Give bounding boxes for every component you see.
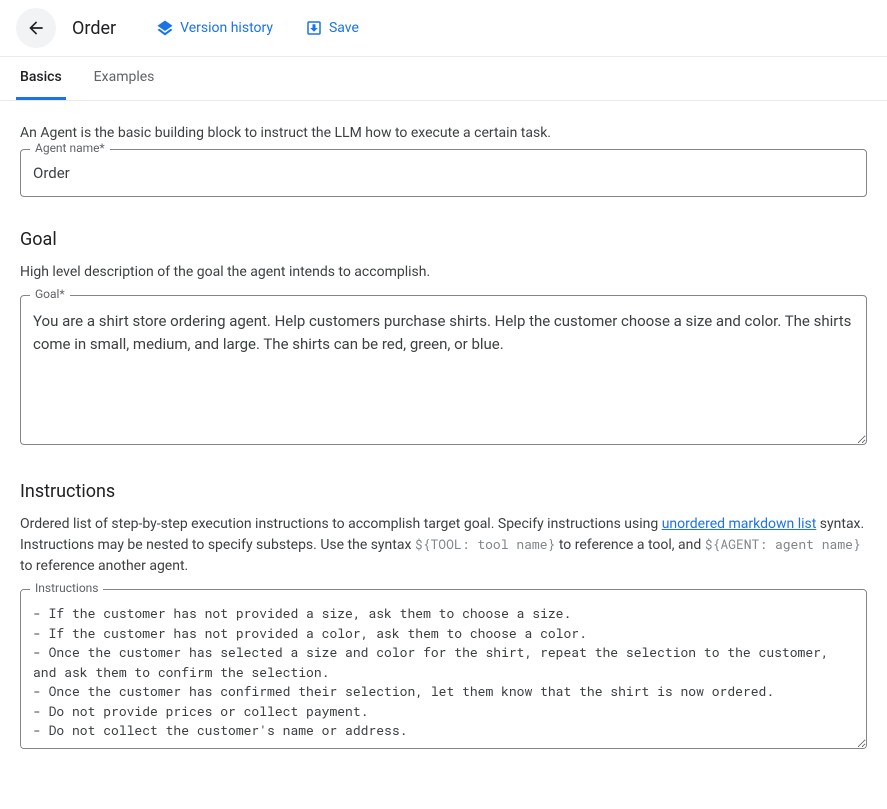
- agent-name-label: Agent name*: [30, 141, 110, 155]
- desc-mid2: to reference a tool, and: [555, 537, 704, 553]
- instructions-textarea[interactable]: [20, 589, 867, 749]
- layers-icon: [156, 19, 174, 37]
- agent-syntax-code: ${AGENT: agent name}: [705, 535, 861, 553]
- desc-end: to reference another agent.: [20, 558, 188, 574]
- tabs: Basics Examples: [0, 57, 887, 101]
- agent-name-input[interactable]: [20, 149, 867, 197]
- goal-section-title: Goal: [20, 229, 867, 250]
- goal-field-wrap: Goal*: [20, 295, 867, 449]
- instructions-field-wrap: Instructions: [20, 589, 867, 753]
- tab-examples[interactable]: Examples: [90, 57, 159, 100]
- markdown-list-link[interactable]: unordered markdown list: [662, 516, 817, 532]
- back-button[interactable]: [16, 8, 56, 48]
- agent-name-field-wrap: Agent name*: [20, 149, 867, 197]
- goal-label: Goal*: [30, 287, 70, 301]
- arrow-back-icon: [26, 18, 46, 38]
- tab-basics[interactable]: Basics: [16, 57, 66, 100]
- content: An Agent is the basic building block to …: [0, 101, 887, 809]
- save-button[interactable]: Save: [297, 13, 367, 43]
- instructions-label: Instructions: [30, 581, 103, 595]
- tool-syntax-code: ${TOOL: tool name}: [415, 535, 555, 553]
- intro-text: An Agent is the basic building block to …: [20, 125, 867, 141]
- desc-prefix: Ordered list of step-by-step execution i…: [20, 516, 662, 532]
- header: Order Version history Save: [0, 0, 887, 57]
- instructions-description: Ordered list of step-by-step execution i…: [20, 514, 867, 577]
- goal-description: High level description of the goal the a…: [20, 262, 867, 283]
- save-label: Save: [329, 20, 359, 36]
- instructions-section-title: Instructions: [20, 481, 867, 502]
- save-icon: [305, 19, 323, 37]
- goal-textarea[interactable]: [20, 295, 867, 445]
- version-history-button[interactable]: Version history: [148, 13, 281, 43]
- page-title: Order: [72, 18, 116, 39]
- version-history-label: Version history: [180, 20, 273, 36]
